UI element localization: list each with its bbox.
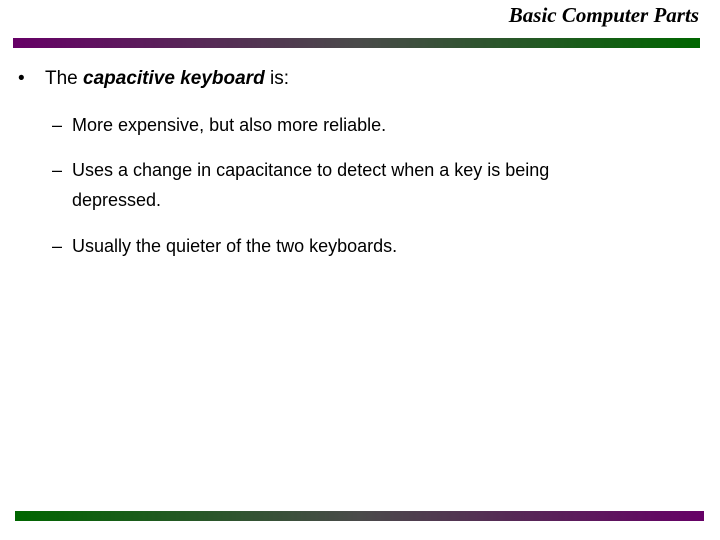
header-divider-bar (13, 38, 700, 48)
sub-item-text: More expensive, but also more reliable. (72, 115, 387, 135)
slide-title: Basic Computer Parts (508, 3, 699, 27)
dash-icon: – (52, 115, 63, 135)
main-bullet: • The capacitive keyboard is: (18, 68, 289, 90)
bullet-emphasis: capacitive keyboard (83, 68, 265, 89)
bullet-icon: • (18, 68, 25, 89)
bullet-suffix: is: (264, 68, 289, 89)
sub-item-text: Usually the quieter of the two keyboards… (72, 236, 398, 256)
sub-item: – More expensive, but also more reliable… (52, 110, 632, 140)
dash-icon: – (52, 236, 63, 256)
bullet-prefix: The (45, 68, 84, 89)
sub-item: – Uses a change in capacitance to detect… (52, 155, 632, 215)
sub-item-text: Uses a change in capacitance to detect w… (72, 160, 550, 210)
sub-item: – Usually the quieter of the two keyboar… (52, 231, 632, 261)
footer-divider-bar (15, 511, 704, 521)
dash-icon: – (52, 160, 63, 180)
